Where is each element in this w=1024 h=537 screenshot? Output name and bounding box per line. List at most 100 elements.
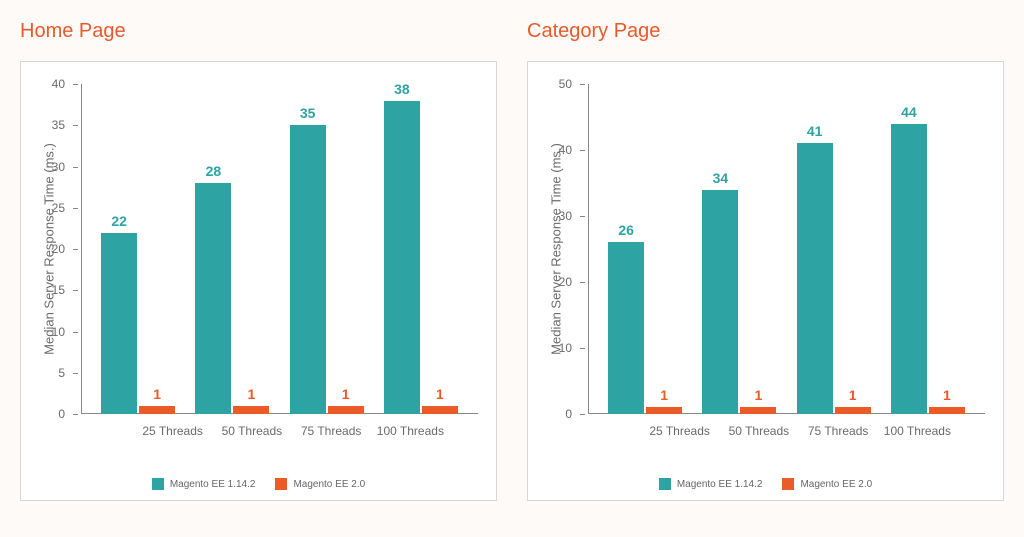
legend-label: Magento EE 2.0 [800,479,872,490]
y-tick-mark [73,249,78,250]
y-tick-label: 30 [52,160,65,174]
bar: 38 [384,101,420,415]
bar-group: 22 1 [101,233,175,415]
bar: 34 [702,190,738,414]
y-tick-mark [73,125,78,126]
bar: 1 [422,406,458,414]
y-tick-label: 10 [52,325,65,339]
chart-panel: Category Page Median Server Response Time… [527,20,1004,501]
legend-swatch [152,478,164,490]
bar-value-label: 41 [807,123,823,139]
y-axis-label: Median Server Response Time (ms.) [549,143,564,355]
y-tick-label: 20 [559,275,572,289]
bar: 44 [891,124,927,414]
y-tick-label: 20 [52,242,65,256]
plot-area: Median Server Response Time (ms.)0510152… [81,84,478,414]
y-tick-label: 40 [559,143,572,157]
bar: 1 [328,406,364,414]
legend-item: Magento EE 1.14.2 [152,478,256,490]
bar-group: 411 [797,143,871,414]
bar-value-label: 38 [394,81,410,97]
y-tick-mark [73,332,78,333]
bar-value-label: 1 [247,386,255,402]
x-tick-label: 75 Threads [799,424,878,438]
x-ticks: 25 Threads50 Threads75 Threads100 Thread… [640,424,957,438]
x-tick-label: 100 Threads [878,424,957,438]
legend-swatch [275,478,287,490]
y-tick-label: 15 [52,283,65,297]
bar-group: 341 [702,190,776,414]
x-tick-label: 75 Threads [292,424,371,438]
bar-value-label: 1 [436,386,444,402]
bar-value-label: 1 [849,387,857,403]
y-tick-mark [580,282,585,283]
x-tick-label: 50 Threads [212,424,291,438]
bar-value-label: 1 [660,387,668,403]
y-tick-mark [73,84,78,85]
bar: 26 [608,242,644,414]
bar: 1 [740,407,776,414]
bar-value-label: 35 [300,105,316,121]
bar-value-label: 1 [153,386,161,402]
plot-area: Median Server Response Time (ms.)0102030… [588,84,985,414]
y-tick-mark [73,373,78,374]
legend-label: Magento EE 1.14.2 [677,479,763,490]
y-tick-mark [580,150,585,151]
bar: 1 [646,407,682,414]
y-tick-mark [580,414,585,415]
bar: 1 [929,407,965,414]
legend-swatch [782,478,794,490]
bar-value-label: 1 [754,387,762,403]
legend-swatch [659,478,671,490]
x-tick-label: 25 Threads [133,424,212,438]
bar: 35 [290,125,326,414]
y-tick-mark [580,84,585,85]
bar: 1 [835,407,871,414]
chart-title: Category Page [527,20,1004,43]
y-tick-label: 25 [52,201,65,215]
chart-panel: Home Page Median Server Response Time (ms… [20,20,497,501]
chart-title: Home Page [20,20,497,43]
legend-label: Magento EE 2.0 [293,479,365,490]
bar: 41 [797,143,833,414]
legend: Magento EE 1.14.2 Magento EE 2.0 [528,478,1003,490]
bar-value-label: 1 [342,386,350,402]
x-tick-label: 100 Threads [371,424,450,438]
bar-group: 441 [891,124,965,414]
y-tick-mark [73,167,78,168]
bar-value-label: 34 [713,170,729,186]
chart-box: Median Server Response Time (ms.)0510152… [20,61,497,501]
legend-label: Magento EE 1.14.2 [170,479,256,490]
x-tick-label: 25 Threads [640,424,719,438]
bar-group: 351 [290,125,364,414]
x-tick-label: 50 Threads [719,424,798,438]
bar-value-label: 1 [943,387,951,403]
bars-container: 221281351381 [91,84,468,414]
y-tick-mark [73,414,78,415]
y-tick-mark [580,216,585,217]
chart-box: Median Server Response Time (ms.) 0 10 20 30… [527,61,1004,501]
bar-group: 261 [608,242,682,414]
bars-container: 261341411441 [598,84,975,414]
y-tick-label: 5 [58,366,65,380]
bar-group: 28 1 [195,183,269,414]
bar-value-label: 44 [901,104,917,120]
bar: 28 [195,183,231,414]
y-tick-label: 0 [58,407,65,421]
bar-group: 381 [384,101,458,415]
y-tick-label: 10 [559,341,572,355]
x-ticks: 25 Threads50 Threads75 Threads100 Thread… [133,424,450,438]
legend: Magento EE 1.14.2 Magento EE 2.0 [21,478,496,490]
legend-item: Magento EE 2.0 [782,478,872,490]
y-tick-label: 35 [52,118,65,132]
y-tick-mark [73,290,78,291]
bar-value-label: 22 [111,213,127,229]
bar: 22 [101,233,137,415]
bar-value-label: 26 [618,222,634,238]
y-tick-label: 30 [559,209,572,223]
legend-item: Magento EE 2.0 [275,478,365,490]
charts-row: Home Page Median Server Response Time (ms… [20,20,1004,501]
y-tick-label: 50 [559,77,572,91]
y-tick-label: 0 [565,407,572,421]
y-tick-label: 40 [52,77,65,91]
